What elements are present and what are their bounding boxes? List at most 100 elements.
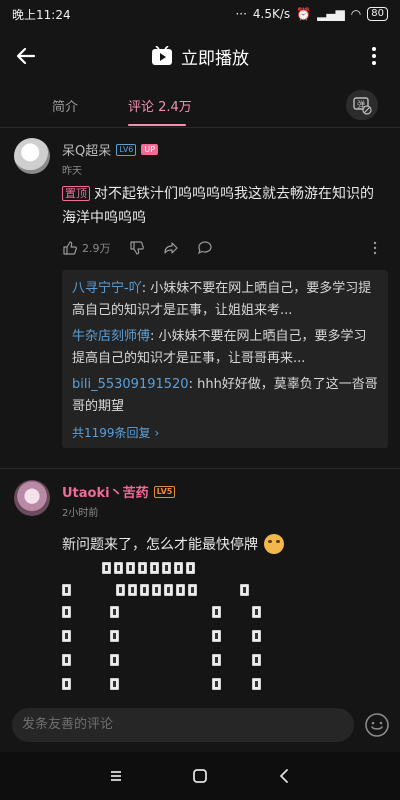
tile [252, 606, 261, 618]
share-icon [163, 242, 178, 254]
like-button[interactable]: 2.9万 [62, 240, 111, 256]
reply-item[interactable]: 牛杂店刻师傅: 小妹妹不要在网上晒自己，要多学习提高自己的知识才是正事，让哥哥再… [72, 326, 378, 370]
thumb-up-icon [63, 241, 77, 255]
tile [140, 584, 149, 596]
comment-user[interactable]: 呆Q超呆 LV6 UP [62, 140, 159, 159]
tile [212, 606, 221, 618]
tab-comments[interactable]: 评论 2.4万 [128, 96, 192, 115]
tile [152, 584, 161, 596]
username: 呆Q超呆 [62, 144, 112, 159]
divider [0, 468, 400, 469]
status-right: ··· 4.5K/s ⏰ ▂▄▆ ◠ 80 [235, 7, 388, 21]
comment-item: 呆Q超呆 LV6 UP 昨天 置顶 对不起铁汁们呜呜呜呜我这就去畅游在知识的海洋中… [0, 128, 400, 468]
comment-user[interactable]: Utaoki丶苦药 LV5 [62, 482, 176, 501]
danmaku-off-icon: 弹 [353, 97, 372, 115]
app-bar: 立即播放 [0, 28, 400, 84]
comment-text[interactable]: 置顶 对不起铁汁们呜呜呜呜我这就去畅游在知识的海洋中呜呜呜 [62, 182, 382, 230]
tile [252, 630, 261, 642]
comment-input[interactable]: 发条友善的评论 [12, 708, 354, 742]
share-button[interactable] [163, 240, 179, 256]
tile [114, 562, 123, 574]
tile [252, 654, 261, 666]
tile [186, 562, 195, 574]
tile [162, 562, 171, 574]
tile [110, 678, 119, 690]
tile [116, 584, 125, 596]
tile [150, 562, 159, 574]
home-icon[interactable] [190, 766, 210, 786]
comment-icon [197, 241, 212, 255]
comment-input-bar: 发条友善的评论 [0, 696, 400, 752]
tile [240, 584, 249, 596]
comment-body: 新问题来了，怎么才能最快停牌 [62, 537, 258, 553]
tile [62, 606, 71, 618]
reply-username[interactable]: bili_55309191520 [72, 377, 189, 392]
reply-count: 共1199条回复 [72, 426, 151, 440]
tile [128, 584, 137, 596]
comment-more-icon[interactable] [368, 241, 382, 255]
avatar[interactable] [14, 138, 50, 174]
dislike-button[interactable] [129, 240, 145, 256]
tile [126, 562, 135, 574]
view-all-replies-link[interactable]: 共1199条回复 › [72, 422, 378, 444]
reply-button[interactable] [197, 240, 213, 256]
menu-icon[interactable] [106, 766, 126, 786]
comment-time: 昨天 [62, 166, 82, 177]
battery-icon: 80 [367, 7, 388, 21]
level-badge: LV5 [153, 485, 176, 498]
comment-time: 2小时前 [62, 508, 99, 519]
tab-active-indicator [128, 124, 186, 126]
status-bar: 晚上11:24 ··· 4.5K/s ⏰ ▂▄▆ ◠ 80 [0, 0, 400, 28]
more-vertical-icon[interactable] [362, 44, 386, 68]
level-badge: LV6 [116, 143, 137, 156]
tile [174, 562, 183, 574]
reply-item[interactable]: 八寻宁宁-吖: 小妹妹不要在网上晒自己，要多学习提高自己的知识才是正事，让姐姐来… [72, 278, 378, 322]
tile [212, 654, 221, 666]
pinned-badge: 置顶 [62, 186, 90, 201]
comment-body: 对不起铁汁们呜呜呜呜我这就去畅游在知识的海洋中呜呜呜 [62, 186, 374, 226]
dots-icon: ··· [235, 7, 247, 21]
page-title: 立即播放 [181, 48, 249, 69]
tile [110, 606, 119, 618]
tile [62, 630, 71, 642]
tile [212, 678, 221, 690]
tile [62, 654, 71, 666]
tile [62, 584, 71, 596]
signal-icon: ▂▄▆ [317, 7, 345, 21]
reply-username[interactable]: 牛杂店刻师傅 [72, 329, 150, 344]
danmaku-toggle-button[interactable]: 弹 [346, 90, 378, 120]
tile [252, 678, 261, 690]
tile [62, 678, 71, 690]
comment-actions: 2.9万 [62, 238, 382, 258]
play-logo-icon [152, 46, 172, 65]
reply-item[interactable]: bili_55309191520: hhh好好做，莫辜负了这一沓哥哥的期望 [72, 374, 378, 418]
up-badge: UP [141, 144, 159, 155]
comment-text[interactable]: 新问题来了，怎么才能最快停牌 [62, 534, 284, 554]
system-nav-bar [0, 752, 400, 800]
title-group[interactable]: 立即播放 [151, 44, 249, 69]
tile [188, 584, 197, 596]
back-icon[interactable] [274, 766, 294, 786]
tile [164, 584, 173, 596]
tab-intro[interactable]: 简介 [52, 96, 78, 115]
tile [110, 630, 119, 642]
status-time: 晚上11:24 [12, 7, 71, 22]
tile [102, 562, 111, 574]
thumb-down-icon [129, 241, 144, 255]
like-count: 2.9万 [82, 242, 111, 255]
tile [138, 562, 147, 574]
grinning-emoji-icon [264, 534, 284, 554]
avatar[interactable] [14, 480, 50, 516]
tab-bar: 简介 评论 2.4万 弹 [0, 84, 400, 128]
alarm-icon: ⏰ [296, 7, 312, 21]
wifi-icon: ◠ [350, 7, 362, 21]
emoji-icon[interactable] [364, 712, 390, 738]
tile [176, 584, 185, 596]
reply-username[interactable]: 八寻宁宁-吖 [72, 281, 142, 296]
chevron-right-icon: › [154, 426, 160, 440]
mahjong-tiles-image[interactable] [60, 560, 380, 700]
back-arrow-icon[interactable] [14, 44, 38, 68]
reply-preview-box[interactable]: 八寻宁宁-吖: 小妹妹不要在网上晒自己，要多学习提高自己的知识才是正事，让姐姐来… [62, 270, 388, 448]
tile [110, 654, 119, 666]
network-speed: 4.5K/s [252, 7, 291, 21]
